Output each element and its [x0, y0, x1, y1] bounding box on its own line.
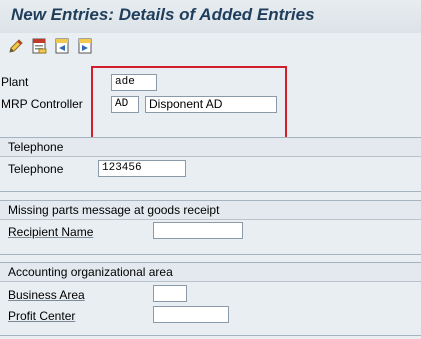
business-area-field[interactable]: [153, 285, 187, 302]
page-title: New Entries: Details of Added Entries: [11, 5, 315, 24]
plant-label: Plant: [1, 75, 29, 89]
recipient-name-field[interactable]: [153, 222, 243, 239]
title-bar: New Entries: Details of Added Entries: [0, 0, 421, 33]
accounting-group-title: Accounting organizational area: [8, 265, 173, 279]
telephone-group: Telephone Telephone 123456: [0, 137, 421, 192]
recipient-name-label: Recipient Name: [8, 225, 94, 239]
business-area-label: Business Area: [8, 288, 85, 302]
telephone-label: Telephone: [8, 162, 64, 176]
application-toolbar: [0, 33, 421, 59]
missing-parts-group-title: Missing parts message at goods receipt: [8, 203, 220, 217]
delete-icon[interactable]: [30, 37, 48, 55]
accounting-group-header: Accounting organizational area: [0, 263, 421, 282]
missing-parts-group-header: Missing parts message at goods receipt: [0, 201, 421, 220]
telephone-field[interactable]: 123456: [98, 160, 186, 177]
telephone-group-title: Telephone: [8, 140, 64, 154]
accounting-group: Accounting organizational area Business …: [0, 262, 421, 336]
highlight-box: [91, 66, 287, 143]
telephone-group-header: Telephone: [0, 138, 421, 157]
previous-entry-icon[interactable]: [53, 37, 71, 55]
next-entry-icon[interactable]: [76, 37, 94, 55]
profit-center-field[interactable]: [153, 306, 229, 323]
mrp-controller-label: MRP Controller: [1, 97, 83, 111]
missing-parts-group: Missing parts message at goods receipt R…: [0, 200, 421, 255]
profit-center-label: Profit Center: [8, 309, 76, 323]
edit-pencil-icon[interactable]: [7, 37, 25, 55]
